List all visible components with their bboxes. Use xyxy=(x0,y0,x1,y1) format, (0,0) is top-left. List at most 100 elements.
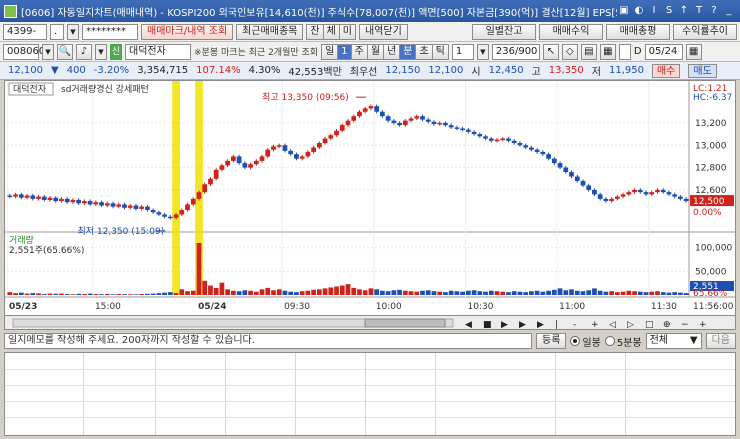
account-suffix-input[interactable]: . xyxy=(50,23,64,40)
password-input[interactable]: ******** xyxy=(82,23,138,40)
radio-daily-dot[interactable] xyxy=(570,336,581,346)
tab-second[interactable]: 초 xyxy=(415,43,432,60)
interval-dropdown-icon[interactable]: ▼ xyxy=(476,43,489,60)
trade-profit-button[interactable]: 매매수익 xyxy=(539,23,603,40)
volume-bar xyxy=(299,291,305,295)
candle xyxy=(190,198,196,205)
candle xyxy=(351,116,357,121)
search-icon[interactable]: 🔍 xyxy=(57,43,73,60)
fit-icon[interactable]: □ xyxy=(645,320,654,330)
new-stock-badge: 신 xyxy=(110,43,122,60)
tab-minute[interactable]: 분 xyxy=(399,43,416,60)
volume-bar xyxy=(551,289,557,295)
recent-trades-button[interactable]: 최근매매종목 xyxy=(236,23,304,40)
candle xyxy=(345,120,351,126)
volume-bar xyxy=(460,291,465,295)
date-checkbox[interactable] xyxy=(618,43,631,60)
minute-mark-note: ※분봉 마크는 최근 2개월만 조회 xyxy=(194,48,319,58)
account-input[interactable]: 4399- xyxy=(3,23,47,40)
stock-code-dropdown-icon[interactable]: ▼ xyxy=(42,43,54,60)
count-field[interactable]: 236/900 xyxy=(491,43,540,60)
close-detail-button[interactable]: 내역닫기 xyxy=(358,23,408,40)
next-button[interactable]: 다음 xyxy=(705,333,736,349)
window-control-icon[interactable]: I xyxy=(647,4,661,18)
window-control-icon[interactable]: ◐ xyxy=(632,4,646,18)
step-icon[interactable]: ▶ xyxy=(519,320,526,330)
reset-icon[interactable]: ◇ xyxy=(561,43,578,60)
radio-5min-dot[interactable] xyxy=(604,336,615,346)
candle xyxy=(231,156,236,161)
sell-button[interactable]: 매도 xyxy=(688,63,717,78)
tab-tick[interactable]: 틱 xyxy=(431,43,449,60)
buy-button[interactable]: 매수 xyxy=(651,63,681,78)
settings-icon[interactable]: ▦ xyxy=(599,43,616,60)
volume-bar xyxy=(580,291,586,295)
radio-daily[interactable]: 일봉 xyxy=(570,334,601,349)
plus-icon[interactable]: + xyxy=(699,320,707,330)
tab-year[interactable]: 년 xyxy=(383,43,400,60)
speaker-dropdown-icon[interactable]: ▼ xyxy=(95,43,107,60)
prev-icon[interactable]: ◁ xyxy=(609,320,616,330)
account-dropdown-icon[interactable]: ▼ xyxy=(67,23,79,40)
volume-bar xyxy=(414,291,420,295)
window-control-icon[interactable]: S xyxy=(662,4,676,18)
table-column-divider xyxy=(625,353,626,435)
register-button[interactable]: 등록 xyxy=(536,333,567,349)
candle xyxy=(311,147,316,152)
candle xyxy=(569,172,574,177)
filter-select[interactable]: 전체 ▼ xyxy=(645,333,702,349)
save-icon[interactable]: ▤ xyxy=(580,43,597,60)
radio-5min[interactable]: 5분봉 xyxy=(604,334,642,349)
turnover-rate: 4.30% xyxy=(248,65,281,76)
play-icon[interactable]: ▶ xyxy=(501,320,508,330)
calendar-icon[interactable]: ▦ xyxy=(685,43,702,60)
volume-bar xyxy=(540,291,546,295)
zoom-in-icon[interactable]: + xyxy=(591,320,599,330)
segment-balance-button[interactable]: 잔 xyxy=(306,23,323,40)
volume-bar xyxy=(574,290,580,295)
tab-day[interactable]: 일 xyxy=(321,43,338,60)
window-control-icon[interactable]: ↑ xyxy=(677,4,691,18)
price-tick-label: 13,000 xyxy=(695,141,727,151)
volume-bar xyxy=(609,291,614,295)
tab-week[interactable]: 주 xyxy=(350,43,367,60)
date-input[interactable]: 05/24 xyxy=(644,43,683,60)
candle xyxy=(672,194,678,197)
volume-bar xyxy=(448,290,454,295)
tab-month[interactable]: 월 xyxy=(366,43,384,60)
zoom-out-icon[interactable]: - xyxy=(573,320,576,330)
memo-input[interactable]: 일지메모를 작성해 주세요. 200자까지 작성할 수 있습니다. xyxy=(4,333,533,349)
segment-filled-button[interactable]: 체 xyxy=(322,23,339,40)
scroll-back-icon[interactable]: ↖ xyxy=(542,43,559,60)
candle xyxy=(448,125,454,128)
chart-area[interactable]: 12,600 12,800 13,000 13,200 50,000 100,000 05/… xyxy=(4,80,736,316)
price-volume-chart[interactable]: 12,600 12,800 13,000 13,200 50,000 100,000 05/… xyxy=(5,81,735,315)
candle xyxy=(7,195,13,197)
daily-balance-button[interactable]: 일별잔고 xyxy=(472,23,536,40)
stock-code-input[interactable]: 008060 xyxy=(3,43,45,60)
candle xyxy=(116,204,122,207)
low-marker-label: 최저 12,350 (15:09) xyxy=(77,226,164,237)
scroll-left-icon[interactable]: ◀ xyxy=(465,320,472,330)
fast-forward-icon[interactable]: ▶ xyxy=(537,320,544,330)
scroll-thumb[interactable] xyxy=(364,318,446,328)
candle xyxy=(213,169,219,179)
stop-icon[interactable]: ■ xyxy=(483,320,492,330)
add-icon[interactable]: ⊕ xyxy=(663,320,671,330)
profit-trend-button[interactable]: 수익률추이 xyxy=(673,23,737,40)
segment-unfilled-button[interactable]: 미 xyxy=(338,23,356,40)
interval-select[interactable]: 1 xyxy=(451,43,474,60)
tab-day-count[interactable]: 1 xyxy=(337,43,351,60)
next-icon[interactable]: ▷ xyxy=(627,320,634,330)
separator-icon[interactable]: | xyxy=(555,320,558,330)
window-control-icon[interactable]: T xyxy=(692,4,706,18)
minimize-button[interactable]: _ xyxy=(722,4,736,18)
chart-scroll-controls[interactable]: ◀ ■ ▶ ▶ ▶ | - + ◁ ▷ □ ⊕ − + xyxy=(5,316,735,330)
trade-total-button[interactable]: 매매총평 xyxy=(606,23,670,40)
minus-icon[interactable]: − xyxy=(681,320,689,330)
speaker-icon[interactable]: ♪ xyxy=(76,43,92,60)
trade-mark-button[interactable]: 매매마크/내역 조회 xyxy=(141,23,234,40)
window-control-icon[interactable]: ? xyxy=(707,4,721,18)
memo-table[interactable] xyxy=(4,352,736,436)
window-control-icon[interactable]: ▣ xyxy=(617,4,631,18)
